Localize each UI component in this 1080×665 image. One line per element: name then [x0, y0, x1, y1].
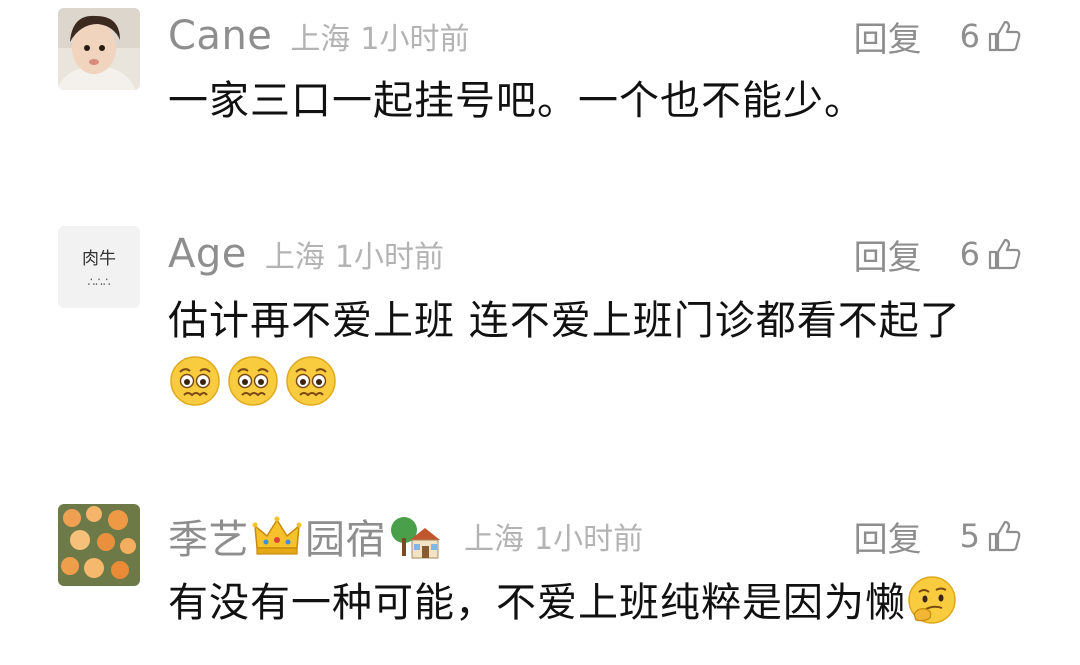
username[interactable]: 季艺 [168, 507, 249, 565]
comment-text: 有没有一种可能，不爱上班纯粹是因为懒 [168, 574, 1038, 630]
timestamp: 1小时前 [534, 522, 644, 557]
location-label: 上海 [264, 240, 325, 275]
worried-face-icon [226, 354, 280, 408]
username[interactable]: Cane [168, 13, 272, 59]
comment-text: 估计再不爱上班 连不爱上班门诊都看不起了 [168, 298, 961, 344]
timestamp: 1小时前 [360, 22, 470, 57]
crown-icon [251, 510, 303, 562]
worried-face-icon [168, 354, 222, 408]
comment-meta: Age 上海 1小时前 [168, 224, 444, 284]
thinking-face-icon [906, 574, 958, 626]
reply-button[interactable]: 回复 [854, 512, 922, 561]
emoji-row [168, 354, 338, 408]
location-label: 上海 [290, 22, 351, 57]
like-count: 5 [959, 517, 980, 555]
location-label: 上海 [464, 522, 524, 557]
avatar[interactable]: 肉牛 ∴∴∴ [58, 226, 140, 308]
comment-actions: 回复 6 [854, 6, 1022, 66]
username[interactable]: Age [168, 231, 247, 277]
avatar[interactable] [58, 504, 140, 586]
reply-button[interactable]: 回复 [854, 12, 922, 61]
comment-actions: 回复 6 [854, 224, 1022, 284]
like-count: 6 [959, 235, 980, 273]
comment-meta: Cane 上海 1小时前 [168, 6, 470, 66]
reply-button[interactable]: 回复 [854, 230, 922, 279]
house-icon [388, 510, 440, 562]
avatar-text-top: 肉牛 [82, 249, 116, 269]
thumbs-up-icon[interactable] [986, 236, 1022, 272]
comment-meta: 季艺 园宿 上海 1小时前 [168, 506, 643, 566]
worried-face-icon [284, 354, 338, 408]
thumbs-up-icon[interactable] [986, 518, 1022, 554]
comment-text-body: 有没有一种可能，不爱上班纯粹是因为懒 [168, 580, 906, 626]
comment-text: 一家三口一起挂号吧。一个也不能少。 [168, 78, 865, 124]
thumbs-up-icon[interactable] [986, 18, 1022, 54]
like-count: 6 [959, 17, 980, 55]
avatar-text-bottom: ∴∴∴ [88, 275, 111, 289]
username-suffix[interactable]: 园宿 [305, 507, 386, 565]
comment-actions: 回复 5 [854, 506, 1022, 566]
timestamp: 1小时前 [334, 240, 444, 275]
avatar[interactable] [58, 8, 140, 90]
